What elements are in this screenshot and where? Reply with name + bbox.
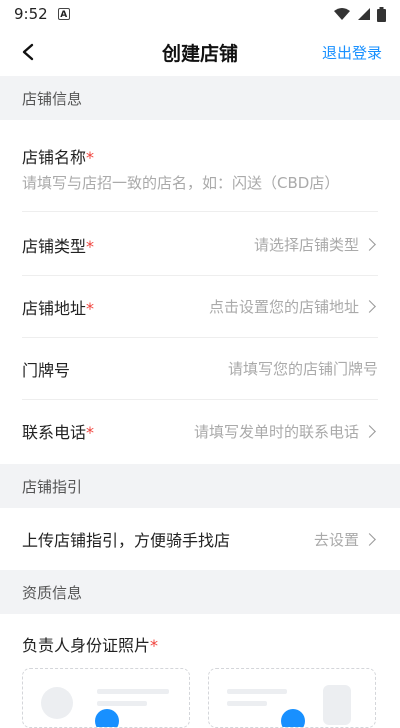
store-type-row[interactable]: 店铺类型* 请选择店铺类型 <box>22 214 378 276</box>
logout-link[interactable]: 退出登录 <box>322 42 382 63</box>
camera-icon <box>281 709 305 727</box>
store-type-value: 请选择店铺类型 <box>253 236 359 254</box>
id-card-back-upload[interactable] <box>208 668 376 728</box>
required-mark: * <box>86 148 95 167</box>
section-store-info: 店铺信息 <box>0 76 400 120</box>
required-mark: * <box>86 423 95 442</box>
required-mark: * <box>86 298 95 318</box>
required-mark: * <box>150 636 159 655</box>
contact-phone-value: 请填写发单时的联系电话 <box>193 422 359 441</box>
chevron-right-icon <box>363 532 376 546</box>
battery-icon <box>377 6 386 22</box>
chevron-right-icon <box>363 300 376 313</box>
door-number-input[interactable]: 请填写您的店铺门牌号 <box>228 358 378 379</box>
store-name-input[interactable]: 请填写与店招一致的店名，如：闪送（CBD店） <box>22 172 339 193</box>
store-type-label: 店铺类型* <box>22 236 95 256</box>
id-card-front-icon <box>41 687 169 727</box>
chevron-right-icon <box>363 424 376 438</box>
store-address-value: 点击设置您的店铺地址 <box>208 298 359 316</box>
store-name-field[interactable]: 店铺名称* 请填写与店招一致的店名，如：闪送（CBD店） <box>22 120 378 212</box>
section-store-guide: 店铺指引 <box>0 464 400 508</box>
page-title: 创建店铺 <box>161 42 238 65</box>
guide-upload-label: 上传店铺指引，方便骑手找店 <box>22 531 231 550</box>
id-photo-label: 负责人身份证照片* <box>22 636 159 655</box>
back-arrow-icon <box>22 43 34 61</box>
store-address-row[interactable]: 店铺地址* 点击设置您的店铺地址 <box>22 276 378 338</box>
contact-phone-row[interactable]: 联系电话* 请填写发单时的联系电话 <box>22 400 378 462</box>
camera-icon <box>95 709 119 727</box>
section-qualification: 资质信息 <box>0 570 400 614</box>
back-button[interactable] <box>14 38 42 66</box>
contact-phone-label: 联系电话* <box>22 423 95 442</box>
required-mark: * <box>86 236 95 256</box>
status-bar: 9:52 A <box>0 0 400 28</box>
notification-icon: A <box>57 8 70 20</box>
store-address-label: 店铺地址* <box>22 298 95 318</box>
id-card-front-upload[interactable] <box>22 668 190 728</box>
app-header: 创建店铺 退出登录 <box>0 28 400 76</box>
status-time: 9:52 <box>14 5 48 23</box>
guide-upload-value: 去设置 <box>313 530 359 549</box>
signal-icon <box>358 8 370 20</box>
door-number-row[interactable]: 门牌号 请填写您的店铺门牌号 <box>22 338 378 400</box>
id-card-back-icon <box>227 685 351 727</box>
door-number-label: 门牌号 <box>22 360 71 380</box>
wifi-icon <box>334 8 350 20</box>
guide-upload-row[interactable]: 上传店铺指引，方便骑手找店 去设置 <box>22 508 378 570</box>
store-name-label: 店铺名称* <box>22 148 95 167</box>
chevron-right-icon <box>363 238 376 251</box>
